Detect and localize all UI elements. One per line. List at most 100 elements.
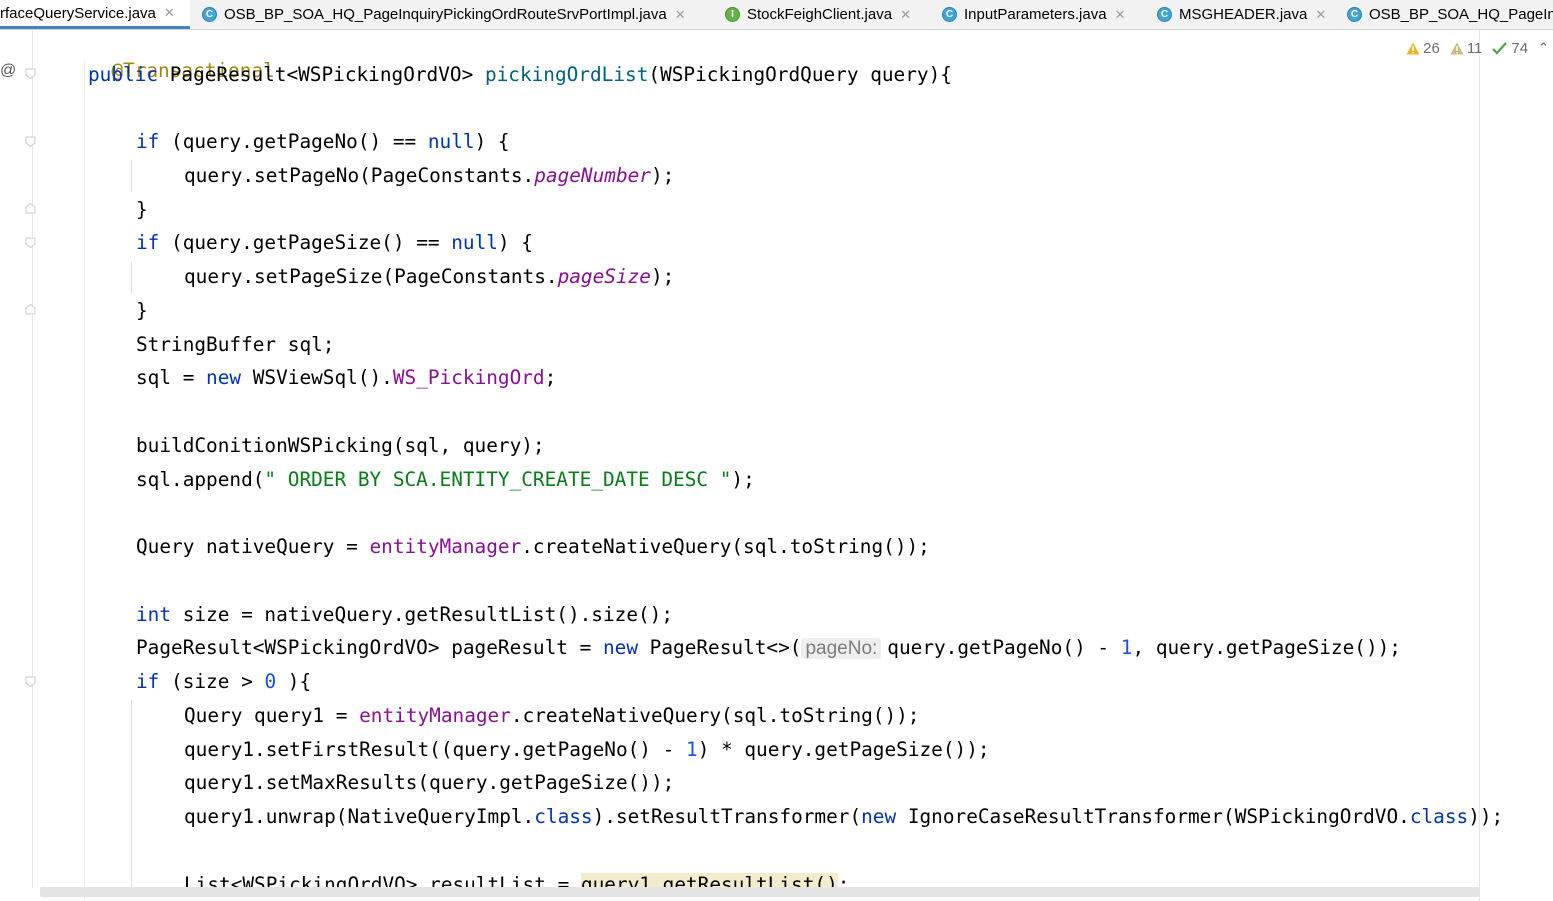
warnings-count[interactable]: 26: [1406, 40, 1440, 57]
code-line[interactable]: query.setPageNo(PageConstants.pageNumber…: [184, 161, 674, 191]
tab-label: InputParameters.java: [964, 6, 1107, 23]
code-text: .createNativeQuery(sql.toString());: [510, 704, 920, 727]
code-text: WSViewSql().: [241, 366, 393, 389]
code-text: );: [650, 265, 675, 288]
code-line[interactable]: query1.setFirstResult((query.getPageNo()…: [184, 735, 990, 765]
code-text: , query.getPageSize());: [1132, 636, 1401, 659]
method-name: pickingOrdList: [484, 63, 649, 86]
code-text: ) {: [497, 231, 533, 254]
code-text: Query nativeQuery =: [136, 535, 370, 558]
code-line[interactable]: query1.unwrap(NativeQueryImpl.class).set…: [184, 802, 1503, 832]
tab-label: rfaceQueryService.java: [0, 4, 156, 22]
class-icon: C: [1157, 7, 1172, 22]
static-field: pageNumber: [534, 164, 651, 187]
close-icon[interactable]: ✕: [675, 7, 686, 23]
tab-label: StockFeighClient.java: [747, 6, 893, 23]
code-text: query.getPageNo() -: [887, 636, 1121, 659]
code-line[interactable]: query1.setMaxResults(query.getPageSize()…: [184, 768, 674, 798]
close-icon[interactable]: ✕: [900, 7, 911, 23]
code-line[interactable]: if (query.getPageSize() == null) {: [136, 228, 533, 258]
indent-guide: [131, 160, 132, 192]
weak-warning-icon: [1450, 42, 1464, 54]
code-text: (size >: [159, 670, 265, 693]
field: entityManager: [369, 535, 522, 558]
code-line[interactable]: sql = new WSViewSql().WS_PickingOrd;: [136, 363, 556, 393]
code-text: IgnoreCaseResultTransformer(WSPickingOrd…: [896, 805, 1410, 828]
code-text: PageResult<>(: [638, 636, 802, 659]
chevron-up-icon[interactable]: ⌃: [1538, 40, 1549, 56]
code-text: query.setPageNo(PageConstants.: [184, 164, 535, 187]
inspection-widget[interactable]: 26 11 74 ⌃: [1406, 38, 1553, 58]
code-text: PageResult<WSPickingOrdVO> pageResult =: [136, 636, 603, 659]
code-text: ) {: [474, 130, 510, 153]
code-line[interactable]: query.setPageSize(PageConstants.pageSize…: [184, 262, 674, 292]
string-literal: " ORDER BY SCA.ENTITY_CREATE_DATE DESC ": [264, 468, 732, 491]
code-line[interactable]: sql.append(" ORDER BY SCA.ENTITY_CREATE_…: [136, 465, 755, 495]
code-line[interactable]: buildConitionWSPicking(sql, query);: [136, 431, 545, 461]
tab-label: OSB_BP_SOA_HQ_PageInquiryPickingOrdRoute…: [224, 6, 667, 23]
code-text: .createNativeQuery(sql.toString());: [521, 535, 930, 558]
fold-icon[interactable]: [25, 68, 36, 79]
fold-icon[interactable]: [25, 676, 36, 687]
number-literal: 1: [686, 738, 698, 761]
code-text: query1.setMaxResults(query.getPageSize()…: [184, 771, 675, 794]
tab-msgheader[interactable]: C MSGHEADER.java ✕: [1157, 0, 1326, 29]
override-marker-icon[interactable]: @: [0, 62, 16, 80]
weak-warnings-count[interactable]: 11: [1450, 40, 1482, 57]
number-literal: 0: [264, 670, 277, 693]
field: entityManager: [359, 704, 511, 727]
horizontal-scrollbar[interactable]: [40, 887, 1480, 897]
tab-page-inquiry-impl[interactable]: C OSB_BP_SOA_HQ_PageInquiryPickingOrdRou…: [202, 0, 686, 29]
code-line[interactable]: Query nativeQuery = entityManager.create…: [136, 532, 930, 562]
class-icon: C: [202, 7, 217, 22]
fold-end-icon[interactable]: [25, 304, 36, 315]
code-line[interactable]: }: [136, 195, 148, 225]
code-text: );: [650, 164, 675, 187]
code-text: PageResult<WSPickingOrdVO>: [158, 63, 485, 86]
code-line[interactable]: PageResult<WSPickingOrdVO> pageResult = …: [136, 633, 1401, 663]
keyword: new: [602, 636, 638, 659]
code-line[interactable]: if (query.getPageNo() == null) {: [136, 127, 510, 157]
fold-icon[interactable]: [25, 136, 36, 147]
editor-gutter[interactable]: [0, 30, 42, 901]
check-icon: [1492, 41, 1508, 55]
code-text: ).setResultTransformer(: [592, 805, 862, 828]
code-line[interactable]: StringBuffer sql;: [136, 330, 334, 360]
tab-page-in-truncated[interactable]: C OSB_BP_SOA_HQ_PageIn: [1347, 0, 1553, 29]
keyword: new: [861, 805, 897, 828]
close-icon[interactable]: ✕: [1315, 7, 1326, 23]
code-line[interactable]: int size = nativeQuery.getResultList().s…: [136, 600, 673, 630]
code-line[interactable]: if (size > 0 ){: [136, 667, 311, 697]
code-text: StringBuffer sql;: [136, 333, 335, 356]
code-text: ;: [544, 366, 557, 389]
code-text: ) * query.getPageSize());: [697, 738, 990, 761]
typos-count[interactable]: 74: [1492, 40, 1528, 57]
tab-label: OSB_BP_SOA_HQ_PageIn: [1369, 6, 1553, 23]
code-text: (WSPickingOrdQuery query){: [648, 63, 952, 86]
code-text: );: [731, 468, 755, 491]
keyword: null: [427, 130, 475, 153]
keyword: new: [206, 366, 242, 389]
code-text: size = nativeQuery.getResultList().size(…: [171, 603, 674, 626]
code-line[interactable]: Query query1 = entityManager.createNativ…: [184, 701, 920, 731]
tab-input-parameters[interactable]: C InputParameters.java ✕: [942, 0, 1125, 29]
code-line[interactable]: }: [136, 296, 148, 326]
fold-end-icon[interactable]: [25, 203, 36, 214]
tab-interface-query-service[interactable]: rfaceQueryService.java ✕: [0, 0, 190, 29]
code-text: ));: [1468, 805, 1504, 828]
fold-icon[interactable]: [25, 237, 36, 248]
indent-guide: [131, 700, 132, 890]
code-text: ){: [276, 670, 312, 693]
interface-icon: I: [725, 7, 740, 22]
code-line[interactable]: public PageResult<WSPickingOrdVO> pickin…: [88, 60, 952, 90]
code-line[interactable]: @Transactional: [88, 26, 274, 82]
keyword: int: [136, 603, 172, 626]
code-text: }: [136, 299, 148, 322]
close-icon[interactable]: ✕: [1115, 7, 1126, 23]
number-literal: 1: [1120, 636, 1133, 659]
close-icon[interactable]: ✕: [164, 5, 175, 21]
tab-stock-feigh-client[interactable]: I StockFeighClient.java ✕: [725, 0, 911, 29]
code-text: Query query1 =: [184, 704, 360, 727]
keyword: class: [534, 805, 593, 828]
code-text: query1.setFirstResult((query.getPageNo()…: [184, 738, 686, 761]
